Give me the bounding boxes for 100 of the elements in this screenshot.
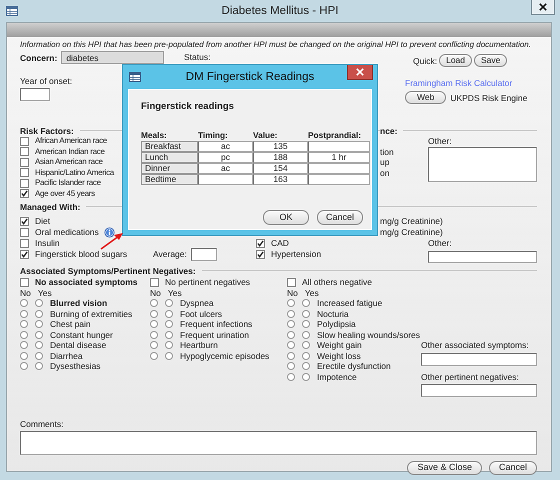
radio-button[interactable] bbox=[165, 310, 173, 318]
radio-button[interactable] bbox=[20, 352, 28, 360]
radio-button[interactable] bbox=[150, 310, 158, 318]
radio-button[interactable] bbox=[150, 299, 158, 308]
checkbox[interactable] bbox=[20, 238, 29, 248]
radio-button[interactable] bbox=[302, 330, 310, 339]
quick-button[interactable]: Save bbox=[474, 54, 508, 67]
radio-button[interactable] bbox=[35, 320, 43, 328]
postprandial-cell[interactable] bbox=[308, 163, 370, 174]
checkbox-label: Oral medications bbox=[35, 227, 99, 238]
checkbox[interactable] bbox=[287, 278, 296, 287]
checkbox-label: American Indian race bbox=[35, 146, 105, 157]
radio-button[interactable] bbox=[287, 352, 295, 360]
window-icon bbox=[6, 6, 18, 16]
radio-button[interactable] bbox=[302, 310, 310, 318]
timing-cell[interactable]: pc bbox=[198, 152, 253, 163]
radio-button[interactable] bbox=[302, 372, 310, 381]
radio-button[interactable] bbox=[302, 320, 310, 328]
symptom-label: Foot ulcers bbox=[180, 308, 222, 319]
section-heading: Risk Factors: bbox=[20, 126, 74, 136]
comments-text-area[interactable] bbox=[20, 430, 537, 454]
radio-button[interactable] bbox=[35, 362, 43, 370]
radio-button[interactable] bbox=[287, 310, 295, 318]
radio-button[interactable] bbox=[150, 320, 158, 328]
risk-calculator-link[interactable]: Framingham Risk Calculator bbox=[405, 78, 537, 89]
radio-button[interactable] bbox=[20, 320, 28, 328]
timing-cell[interactable]: ac bbox=[198, 163, 253, 174]
value-cell[interactable]: 135 bbox=[253, 141, 308, 152]
checkbox[interactable] bbox=[20, 147, 29, 156]
other-input-field[interactable] bbox=[428, 251, 537, 263]
radio-button[interactable] bbox=[165, 352, 173, 360]
field-label: Status: bbox=[184, 52, 210, 62]
value-cell[interactable]: 188 bbox=[253, 152, 308, 163]
radio-button[interactable] bbox=[20, 310, 28, 318]
checkbox[interactable] bbox=[20, 228, 29, 237]
radio-button[interactable] bbox=[35, 310, 43, 318]
radio-button[interactable] bbox=[20, 362, 28, 370]
footer-button[interactable]: Save & Close bbox=[407, 460, 482, 474]
checkbox[interactable] bbox=[20, 178, 29, 188]
checkbox[interactable] bbox=[256, 238, 265, 248]
radio-button[interactable] bbox=[35, 299, 43, 308]
year-input-field[interactable] bbox=[20, 88, 50, 101]
concern-field[interactable]: diabetes bbox=[61, 51, 164, 64]
checkbox[interactable] bbox=[20, 216, 29, 226]
radio-button[interactable] bbox=[150, 330, 158, 339]
checkbox[interactable] bbox=[20, 158, 29, 167]
checkbox[interactable] bbox=[20, 168, 29, 178]
radio-button[interactable] bbox=[287, 372, 295, 381]
checkbox[interactable] bbox=[20, 278, 29, 287]
postprandial-cell[interactable] bbox=[308, 141, 370, 152]
checkbox[interactable] bbox=[20, 189, 29, 198]
quick-button[interactable]: Load bbox=[439, 54, 472, 67]
postprandial-cell[interactable] bbox=[308, 174, 370, 185]
value-cell[interactable]: 163 bbox=[253, 174, 308, 185]
pertinent-negatives-field[interactable] bbox=[421, 384, 537, 397]
radio-button[interactable] bbox=[287, 320, 295, 328]
web-button[interactable]: Web bbox=[405, 91, 446, 104]
radio-button[interactable] bbox=[302, 341, 310, 350]
radio-button[interactable] bbox=[287, 330, 295, 339]
radio-button[interactable] bbox=[302, 362, 310, 370]
dialog-button[interactable]: Cancel bbox=[317, 210, 363, 225]
checkbox[interactable] bbox=[20, 136, 29, 146]
radio-button[interactable] bbox=[35, 330, 43, 339]
radio-button[interactable] bbox=[302, 299, 310, 308]
radio-button[interactable] bbox=[150, 341, 158, 350]
radio-button[interactable] bbox=[20, 330, 28, 339]
dialog-button[interactable]: OK bbox=[263, 210, 309, 225]
field-label: Average: bbox=[153, 249, 187, 260]
checkbox[interactable] bbox=[20, 250, 29, 259]
radio-button[interactable] bbox=[287, 299, 295, 308]
radio-button[interactable] bbox=[165, 320, 173, 328]
symptom-label: Dysesthesias bbox=[50, 361, 101, 372]
radio-button[interactable] bbox=[20, 341, 28, 350]
info-icon[interactable] bbox=[104, 226, 115, 238]
checkbox[interactable] bbox=[256, 250, 265, 259]
close-button[interactable] bbox=[347, 65, 373, 80]
value-cell[interactable]: 154 bbox=[253, 163, 308, 174]
section-heading: nce: bbox=[380, 126, 398, 136]
radio-button[interactable] bbox=[287, 341, 295, 350]
radio-button[interactable] bbox=[165, 341, 173, 350]
radio-button[interactable] bbox=[150, 352, 158, 360]
other-symptoms-field[interactable] bbox=[421, 352, 537, 366]
average-input-field[interactable] bbox=[190, 248, 217, 261]
other-text-area[interactable] bbox=[428, 146, 537, 182]
radio-button[interactable] bbox=[165, 299, 173, 308]
timing-cell[interactable] bbox=[198, 174, 253, 185]
radio-button[interactable] bbox=[165, 330, 173, 339]
radio-button[interactable] bbox=[302, 352, 310, 360]
footer-button[interactable]: Cancel bbox=[488, 460, 537, 474]
radio-button[interactable] bbox=[20, 299, 28, 308]
checkbox[interactable] bbox=[150, 278, 159, 287]
timing-cell[interactable]: ac bbox=[198, 141, 253, 152]
field-label: Quick: bbox=[413, 56, 438, 66]
radio-button[interactable] bbox=[287, 362, 295, 370]
symptom-label: Heartburn bbox=[180, 340, 218, 350]
radio-button[interactable] bbox=[35, 352, 43, 360]
close-button[interactable] bbox=[531, 0, 555, 15]
postprandial-cell[interactable]: 1 hr bbox=[308, 152, 370, 163]
radio-button[interactable] bbox=[35, 341, 43, 350]
column-label: No bbox=[20, 288, 31, 298]
